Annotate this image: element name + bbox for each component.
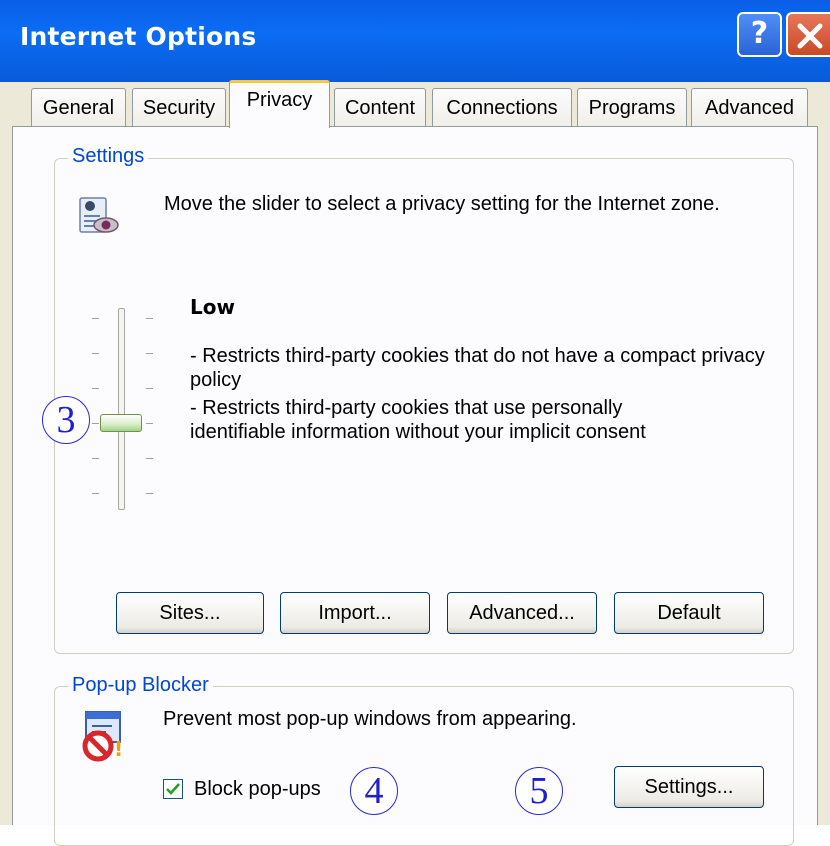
checkmark-icon — [166, 783, 180, 795]
slider-thumb[interactable] — [100, 414, 142, 432]
close-button[interactable] — [786, 12, 830, 57]
default-button[interactable]: Default — [614, 592, 764, 634]
callout-5: 5 — [515, 767, 563, 815]
slider-tick — [146, 353, 153, 354]
slider-tick — [92, 423, 99, 424]
svg-text:!: ! — [114, 737, 123, 761]
slider-tick — [146, 388, 153, 389]
slider-tick — [92, 458, 99, 459]
slider-tick — [146, 318, 153, 319]
slider-track — [118, 308, 125, 510]
slider-tick — [146, 423, 153, 424]
settings-intro: Move the slider to select a privacy sett… — [164, 193, 720, 215]
privacy-eye-icon — [79, 197, 119, 233]
tab-privacy[interactable]: Privacy — [229, 80, 330, 128]
tab-advanced[interactable]: Advanced — [691, 88, 808, 126]
slider-tick — [146, 458, 153, 459]
advanced-button[interactable]: Advanced... — [447, 592, 597, 634]
callout-4: 4 — [350, 767, 398, 815]
close-x-icon — [797, 23, 823, 49]
slider-tick — [92, 388, 99, 389]
popup-intro: Prevent most pop-up windows from appeari… — [163, 708, 577, 730]
import-button[interactable]: Import... — [280, 592, 430, 634]
popup-settings-button[interactable]: Settings... — [614, 766, 764, 808]
help-button[interactable]: ? — [737, 12, 782, 57]
privacy-slider[interactable] — [80, 298, 170, 518]
sites-button[interactable]: Sites... — [116, 592, 264, 634]
tab-general[interactable]: General — [31, 88, 126, 126]
privacy-level-title: Low — [190, 295, 235, 319]
settings-legend: Settings — [68, 145, 149, 168]
slider-tick — [92, 353, 99, 354]
slider-tick — [92, 493, 99, 494]
tab-connections[interactable]: Connections — [432, 88, 572, 126]
tab-security[interactable]: Security — [132, 88, 226, 126]
tab-programs[interactable]: Programs — [577, 88, 687, 126]
popup-blocker-icon: ! — [82, 711, 123, 762]
block-popups-label[interactable]: Block pop-ups — [194, 777, 321, 801]
block-popups-checkbox[interactable] — [163, 779, 183, 799]
privacy-description-2: - Restricts third-party cookies that use… — [190, 397, 646, 443]
slider-tick — [92, 318, 99, 319]
slider-tick — [146, 493, 153, 494]
tab-content[interactable]: Content — [334, 88, 426, 126]
privacy-description-1: - Restricts third-party cookies that do … — [190, 345, 765, 391]
popup-blocker-legend: Pop-up Blocker — [68, 674, 213, 697]
window-title: Internet Options — [20, 22, 257, 51]
callout-3: 3 — [42, 396, 90, 444]
